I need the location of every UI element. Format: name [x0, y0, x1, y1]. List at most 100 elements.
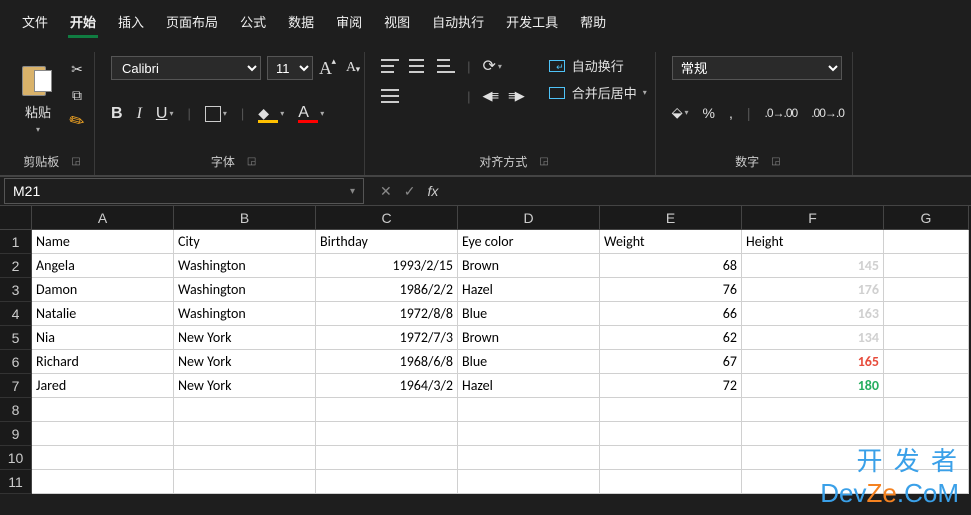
cell[interactable]	[742, 422, 884, 446]
align-right-icon[interactable]	[437, 89, 455, 103]
align-middle-icon[interactable]	[409, 59, 427, 73]
cell[interactable]: 176	[742, 278, 884, 302]
cell[interactable]: 163	[742, 302, 884, 326]
column-header[interactable]: D	[458, 206, 600, 230]
menu-item-2[interactable]: 插入	[116, 8, 146, 38]
cell[interactable]	[600, 446, 742, 470]
cell[interactable]	[884, 422, 969, 446]
bold-button[interactable]: B	[111, 105, 123, 123]
cell[interactable]: 1993/2/15	[316, 254, 458, 278]
cell[interactable]	[458, 470, 600, 494]
row-header[interactable]: 2	[0, 254, 32, 278]
cell[interactable]: 66	[600, 302, 742, 326]
row-header[interactable]: 3	[0, 278, 32, 302]
cell[interactable]	[174, 398, 316, 422]
cell[interactable]	[884, 278, 969, 302]
menu-item-5[interactable]: 数据	[286, 8, 316, 38]
cell[interactable]	[884, 446, 969, 470]
cell[interactable]	[458, 422, 600, 446]
cell[interactable]: Natalie	[32, 302, 174, 326]
cell[interactable]: 145	[742, 254, 884, 278]
cell[interactable]	[884, 326, 969, 350]
menu-item-4[interactable]: 公式	[238, 8, 268, 38]
cell[interactable]	[174, 470, 316, 494]
column-header[interactable]: G	[884, 206, 969, 230]
cell[interactable]: New York	[174, 326, 316, 350]
cell[interactable]	[174, 422, 316, 446]
align-center-icon[interactable]	[409, 89, 427, 103]
cell[interactable]	[600, 398, 742, 422]
underline-button[interactable]: U▾	[156, 105, 174, 123]
cell[interactable]: Weight	[600, 230, 742, 254]
cell[interactable]	[458, 446, 600, 470]
cell[interactable]	[32, 470, 174, 494]
column-header[interactable]: F	[742, 206, 884, 230]
borders-button[interactable]: ▾	[205, 106, 227, 122]
cell[interactable]	[32, 398, 174, 422]
cell[interactable]	[742, 446, 884, 470]
cell[interactable]: 1964/3/2	[316, 374, 458, 398]
row-header[interactable]: 9	[0, 422, 32, 446]
cell[interactable]: Hazel	[458, 278, 600, 302]
font-size-select[interactable]: 11	[267, 56, 313, 80]
cell[interactable]: Brown	[458, 254, 600, 278]
increase-font-icon[interactable]: A	[319, 58, 332, 79]
cell[interactable]: Blue	[458, 302, 600, 326]
cell[interactable]: Birthday	[316, 230, 458, 254]
orientation-button[interactable]: ⟳▾	[483, 56, 502, 76]
menu-item-7[interactable]: 视图	[382, 8, 412, 38]
cell[interactable]	[32, 422, 174, 446]
cell[interactable]	[316, 398, 458, 422]
cell[interactable]	[600, 470, 742, 494]
cell[interactable]	[458, 398, 600, 422]
cell[interactable]: Hazel	[458, 374, 600, 398]
menu-item-10[interactable]: 帮助	[578, 8, 608, 38]
increase-indent-icon[interactable]: ≡▶	[508, 88, 524, 104]
row-header[interactable]: 6	[0, 350, 32, 374]
cell[interactable]: Brown	[458, 326, 600, 350]
cell[interactable]: Angela	[32, 254, 174, 278]
row-header[interactable]: 10	[0, 446, 32, 470]
cell[interactable]: 1986/2/2	[316, 278, 458, 302]
cell[interactable]	[742, 470, 884, 494]
cell[interactable]	[32, 446, 174, 470]
decrease-indent-icon[interactable]: ◀≡	[483, 88, 499, 104]
cell[interactable]: 1972/8/8	[316, 302, 458, 326]
cell[interactable]	[316, 422, 458, 446]
decrease-decimal-icon[interactable]: .00→.0	[811, 106, 844, 120]
cell[interactable]: Blue	[458, 350, 600, 374]
percent-format-button[interactable]: %	[703, 105, 715, 121]
column-header[interactable]: A	[32, 206, 174, 230]
cell[interactable]: Jared	[32, 374, 174, 398]
menu-item-6[interactable]: 审阅	[334, 8, 364, 38]
merge-center-button[interactable]: 合并后居中 ▾	[548, 83, 647, 102]
cell[interactable]: City	[174, 230, 316, 254]
cell[interactable]: 68	[600, 254, 742, 278]
cancel-formula-icon[interactable]: ✕	[380, 183, 392, 200]
cell[interactable]: Washington	[174, 254, 316, 278]
dialog-launcher-icon[interactable]: ◲	[71, 156, 80, 167]
number-format-select[interactable]: 常规	[672, 56, 842, 80]
row-header[interactable]: 7	[0, 374, 32, 398]
fill-color-button[interactable]: ◆▾	[258, 105, 284, 123]
cell[interactable]: 180	[742, 374, 884, 398]
cell[interactable]	[884, 470, 969, 494]
format-painter-icon[interactable]: ✎	[65, 109, 90, 134]
confirm-formula-icon[interactable]: ✓	[404, 183, 416, 200]
cell[interactable]	[884, 254, 969, 278]
copy-icon[interactable]: ⧉	[68, 86, 86, 104]
align-top-icon[interactable]	[381, 59, 399, 73]
cell[interactable]: 76	[600, 278, 742, 302]
paste-button[interactable]: 粘贴 ▾	[18, 56, 58, 138]
dialog-launcher-icon[interactable]: ◲	[771, 156, 780, 167]
cell[interactable]	[742, 398, 884, 422]
cell[interactable]: Richard	[32, 350, 174, 374]
font-color-button[interactable]: A▾	[298, 104, 324, 123]
cell[interactable]: 165	[742, 350, 884, 374]
cell[interactable]: New York	[174, 374, 316, 398]
cell[interactable]: Name	[32, 230, 174, 254]
cell[interactable]	[316, 446, 458, 470]
increase-decimal-icon[interactable]: .0→.00	[765, 106, 798, 120]
dialog-launcher-icon[interactable]: ◲	[247, 156, 256, 167]
cell[interactable]	[884, 302, 969, 326]
